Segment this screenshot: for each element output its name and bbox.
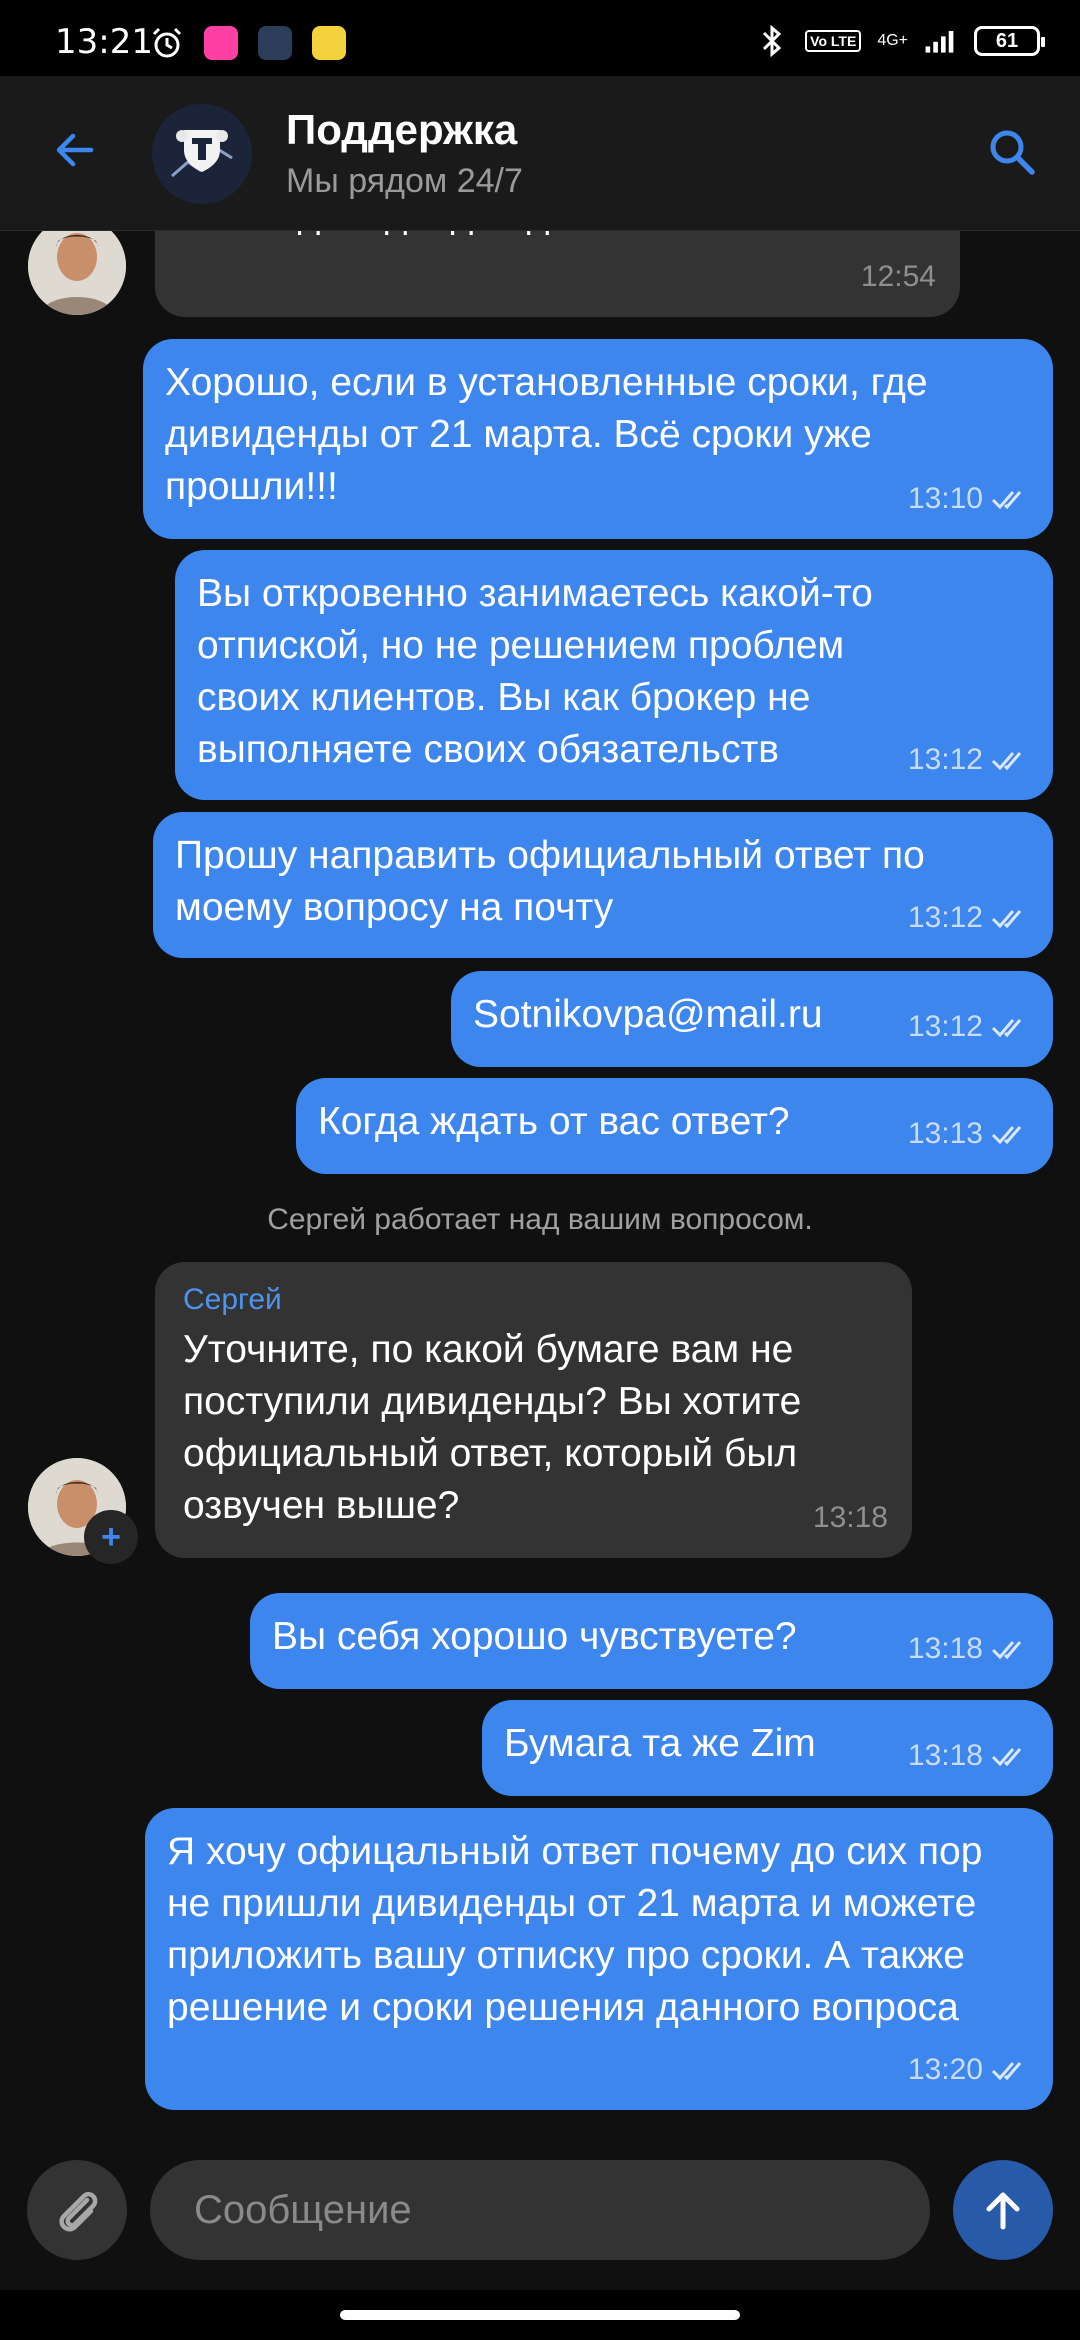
message-bubble-outgoing[interactable]: Sotnikovpa@mail.ru 13:12	[451, 971, 1053, 1067]
message-bubble-outgoing[interactable]: Когда ждать от вас ответ? 13:13	[296, 1078, 1053, 1174]
status-icons-right: Vo LTE 4G+ 61	[755, 24, 1045, 58]
double-check-icon	[991, 752, 1022, 771]
message-bubble-incoming[interactable]: Сергей Уточните, по какой бумаге вам не …	[155, 1262, 912, 1558]
message-time: 13:20	[907, 2053, 983, 2086]
message-bubble-outgoing[interactable]: Прошу направить официальный ответ по мое…	[153, 812, 1053, 958]
message-time: 13:10	[907, 482, 983, 515]
arrow-up-icon	[986, 2192, 1020, 2230]
add-contact-button[interactable]: +	[84, 1510, 138, 1564]
chat-title: Поддержка	[286, 106, 518, 153]
message-text: Уточните, по какой бумаге вам не поступи…	[183, 1328, 813, 1527]
message-text: Прошу направить официальный ответ по мое…	[175, 834, 936, 929]
status-icons-left	[150, 26, 346, 60]
plus-icon: +	[101, 1517, 121, 1556]
status-time: 13:21	[55, 22, 153, 62]
message-meta: 13:10	[908, 473, 1029, 525]
message-text: Хорошо, если в установленные сроки, где …	[165, 361, 939, 508]
paperclip-icon	[59, 2191, 98, 2232]
composer-bar	[0, 2150, 1080, 2270]
bluetooth-icon	[755, 24, 789, 58]
message-meta: 13:20	[908, 2044, 1029, 2096]
message-time: 13:12	[907, 901, 983, 934]
back-button[interactable]	[45, 120, 105, 180]
message-bubble-outgoing[interactable]: Вы откровенно занимаетесь какой-то отпис…	[175, 550, 1053, 800]
message-time: 13:18	[907, 1632, 983, 1665]
message-time: 13:13	[907, 1117, 983, 1150]
battery-indicator: 61	[974, 26, 1045, 56]
message-time: 13:12	[907, 1010, 983, 1043]
message-time: 12:54	[860, 260, 936, 293]
search-icon	[990, 130, 1035, 175]
support-avatar[interactable]	[152, 104, 252, 204]
message-text: плата дивидендов данной компании	[183, 231, 932, 241]
agent-avatar[interactable]	[28, 231, 126, 315]
message-meta: 13:12	[908, 1001, 1029, 1053]
double-check-icon	[991, 1126, 1022, 1145]
send-button[interactable]	[953, 2160, 1053, 2260]
system-navigation-bar	[0, 2290, 1080, 2340]
message-bubble-outgoing[interactable]: Вы себя хорошо чувствуете? 13:18	[250, 1593, 1053, 1689]
message-bubble-outgoing[interactable]: Бумага та же Zim 13:18	[482, 1700, 1053, 1796]
message-meta: 13:18	[908, 1730, 1029, 1782]
bank-app-icon	[258, 26, 292, 60]
message-input[interactable]	[150, 2160, 930, 2260]
signal-icon	[924, 24, 958, 58]
message-meta: 13:18	[813, 1492, 888, 1544]
network-type: 4G+	[877, 32, 908, 50]
chat-messages[interactable]: плата дивидендов данной компании 12:54 Х…	[0, 231, 1080, 2151]
search-button[interactable]	[980, 120, 1044, 184]
message-bubble-outgoing[interactable]: Хорошо, если в установленные сроки, где …	[143, 339, 1053, 539]
attach-button[interactable]	[27, 2160, 127, 2260]
message-meta: 12:54	[861, 251, 936, 303]
home-indicator[interactable]	[340, 2310, 740, 2320]
double-check-icon	[991, 2062, 1022, 2081]
double-check-icon	[991, 910, 1022, 929]
message-meta: 13:12	[908, 892, 1029, 944]
sender-name[interactable]: Сергей	[183, 1280, 884, 1320]
double-check-icon	[991, 491, 1022, 510]
message-bubble-incoming[interactable]: плата дивидендов данной компании 12:54	[155, 231, 960, 317]
double-check-icon	[991, 1641, 1022, 1660]
message-meta: 13:12	[908, 734, 1029, 786]
message-time: 13:18	[812, 1501, 888, 1534]
person-photo-icon	[28, 231, 126, 315]
chat-subtitle: Мы рядом 24/7	[286, 162, 523, 200]
message-meta: 13:13	[908, 1108, 1029, 1160]
tinkoff-app-icon	[312, 26, 346, 60]
app-notification-icon	[204, 26, 238, 60]
chat-header: Поддержка Мы рядом 24/7	[0, 76, 1080, 231]
typing-status-note: Сергей работает над вашим вопросом.	[267, 1203, 813, 1236]
status-bar: 13:21 Vo LTE 4G+ 61	[0, 0, 1080, 76]
alarm-clock-icon	[150, 26, 184, 60]
double-check-icon	[991, 1748, 1022, 1767]
message-text: Вы откровенно занимаетесь какой-то отпис…	[197, 572, 884, 771]
message-time: 13:12	[907, 743, 983, 776]
message-text: Я хочу офицальный ответ почему до сих по…	[167, 1830, 994, 2029]
message-meta: 13:18	[908, 1623, 1029, 1675]
volte-indicator: Vo LTE	[805, 30, 862, 52]
tinkoff-logo-icon	[152, 104, 252, 204]
double-check-icon	[991, 1019, 1022, 1038]
arrow-left-icon	[56, 133, 94, 167]
message-time: 13:18	[907, 1739, 983, 1772]
network-label: 4G+	[877, 32, 908, 49]
message-bubble-outgoing[interactable]: Я хочу офицальный ответ почему до сих по…	[145, 1808, 1053, 2110]
